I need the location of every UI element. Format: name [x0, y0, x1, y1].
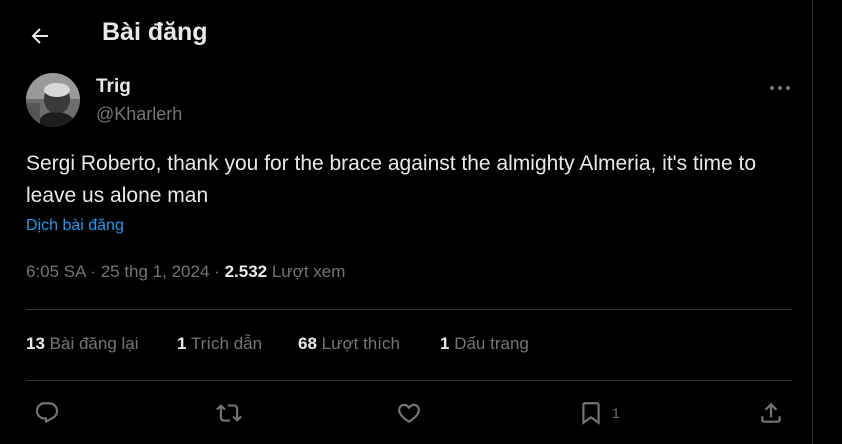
likes-label: Lượt thích	[321, 334, 400, 353]
back-button[interactable]	[24, 20, 56, 52]
quotes-count: 1	[177, 334, 187, 353]
repost-icon	[216, 404, 242, 422]
quotes-stat[interactable]: 1 Trích dẫn	[177, 334, 262, 354]
reply-icon	[35, 402, 59, 424]
divider	[26, 309, 792, 310]
likes-count: 68	[298, 334, 317, 353]
column-border	[812, 0, 813, 444]
meta-separator: ·	[214, 262, 220, 281]
translate-post-link[interactable]: Dịch bài đăng	[26, 217, 124, 235]
post-meta: 6:05 SA · 25 thg 1, 2024 · 2.532 Lượt xe…	[26, 262, 345, 282]
bookmark-button[interactable]: 1	[578, 392, 620, 434]
heart-icon	[398, 403, 420, 423]
bookmarks-label: Dấu trang	[454, 334, 529, 353]
divider	[26, 380, 792, 381]
more-icon	[770, 86, 790, 90]
avatar-image	[26, 73, 80, 127]
reposts-label: Bài đăng lại	[49, 334, 139, 353]
bookmarks-count: 1	[440, 334, 450, 353]
views-count: 2.532	[224, 262, 268, 281]
bookmarks-stat[interactable]: 1 Dấu trang	[440, 334, 529, 354]
post-date[interactable]: 25 thg 1, 2024	[101, 262, 210, 281]
reposts-stat[interactable]: 13 Bài đăng lại	[26, 334, 139, 354]
share-icon	[761, 402, 781, 423]
post-header: Bài đăng	[0, 0, 812, 68]
author-name[interactable]: Trig	[96, 76, 131, 98]
post-time[interactable]: 6:05 SA	[26, 262, 86, 281]
author-handle[interactable]: @Kharlerh	[96, 104, 182, 125]
likes-stat[interactable]: 68 Lượt thích	[298, 334, 400, 354]
quotes-label: Trích dẫn	[190, 334, 263, 353]
post-text: Sergi Roberto, thank you for the brace a…	[26, 152, 757, 207]
bookmark-count: 1	[612, 405, 620, 421]
bookmark-icon	[582, 402, 600, 425]
avatar[interactable]	[26, 73, 80, 127]
page-title: Bài đăng	[102, 18, 208, 46]
views-label: Lượt xem	[271, 262, 346, 281]
meta-separator: ·	[90, 262, 96, 281]
reply-button[interactable]	[34, 392, 60, 434]
more-options-button[interactable]	[766, 76, 794, 100]
reposts-count: 13	[26, 334, 45, 353]
share-button[interactable]	[758, 392, 784, 434]
repost-button[interactable]	[216, 392, 242, 434]
like-button[interactable]	[396, 392, 422, 434]
action-bar: 1	[0, 392, 812, 436]
back-arrow-icon	[31, 28, 48, 44]
